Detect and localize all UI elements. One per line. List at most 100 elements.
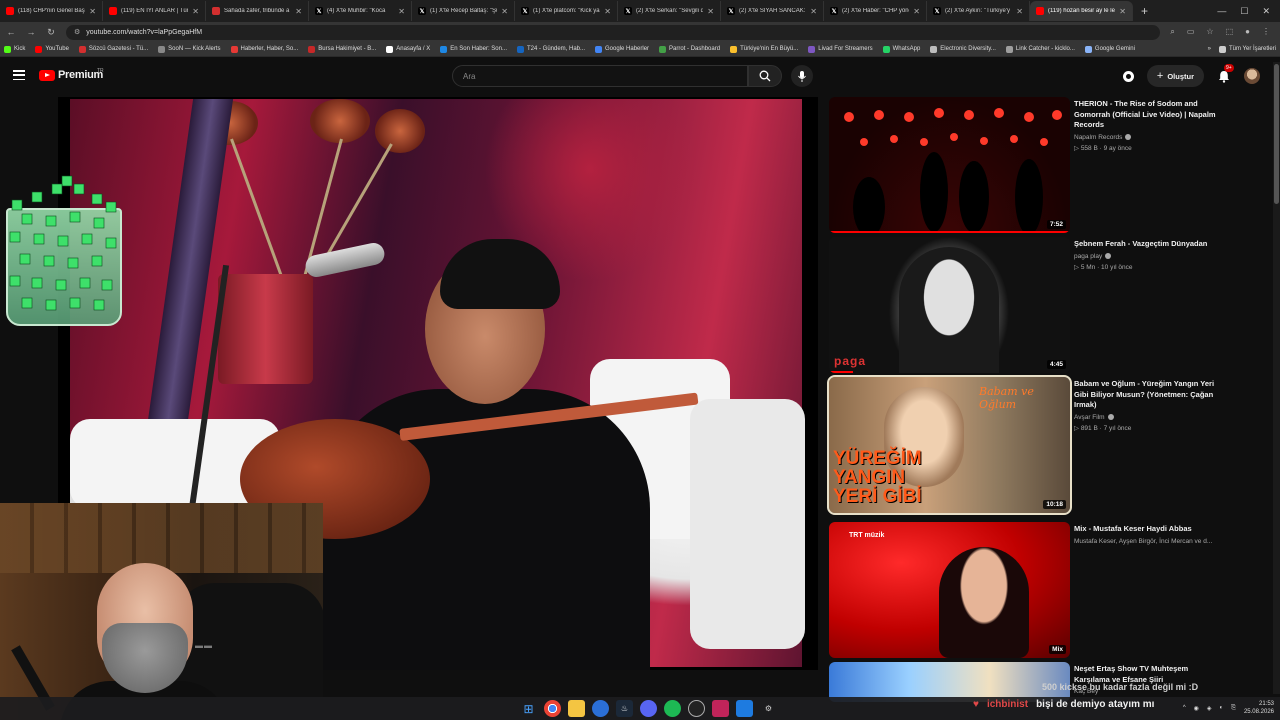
browser-tab[interactable]: 𝕏 (2) X'te Serkan: "Sevgili d ✕ bbox=[618, 1, 721, 21]
bookmark-item[interactable]: Kick bbox=[4, 45, 25, 53]
reload-icon[interactable]: ↻ bbox=[46, 27, 56, 38]
streaming-app-icon[interactable] bbox=[712, 700, 729, 717]
bookmark-item[interactable]: SooN — Kick Alerts bbox=[158, 45, 221, 53]
bookmark-item[interactable]: Google Haberler bbox=[595, 45, 649, 53]
browser-tab[interactable]: 𝕏 (1) X'te Recep Baltaş: "Şu ✕ bbox=[412, 1, 515, 21]
browser-tab[interactable]: (118) CHP'nin Genel Başk ✕ bbox=[0, 1, 103, 21]
mic-tray-icon[interactable]: ◉ bbox=[1194, 705, 1199, 712]
recommendation-item[interactable]: TRT müzik Mix Mix - Mustafa Keser Haydi … bbox=[829, 522, 1249, 658]
browser-tab[interactable]: 𝕏 (2) X'te Aykırı: "Türkiye'y ✕ bbox=[927, 1, 1030, 21]
browser-tab[interactable]: (119) EN İYİ ANLAR | Türk ✕ bbox=[103, 1, 206, 21]
app-icon[interactable] bbox=[592, 700, 609, 717]
bookmark-item[interactable]: Sözcü Gazetesi - Tü... bbox=[78, 45, 148, 53]
extensions-icon[interactable]: ⬚ bbox=[1226, 27, 1234, 37]
recommendation-item[interactable]: 7:52 THERION - The Rise of Sodom and Gom… bbox=[829, 97, 1249, 233]
profile-icon[interactable]: ● bbox=[1245, 27, 1250, 37]
more-bookmarks-icon[interactable]: » bbox=[1208, 46, 1211, 52]
video-title[interactable]: Babam ve Oğlum - Yüreğim Yangın Yeri Gib… bbox=[1074, 379, 1224, 411]
browser-tab[interactable]: 𝕏 (1) X'te platcom: "Kick ya ✕ bbox=[515, 1, 618, 21]
account-avatar[interactable] bbox=[1244, 68, 1260, 84]
close-tab-icon[interactable]: ✕ bbox=[707, 7, 714, 16]
bookmark-item[interactable]: Link Catcher - kicklo... bbox=[1005, 45, 1075, 53]
youtube-logo[interactable]: Premium bbox=[39, 69, 103, 81]
create-button[interactable]: + Oluştur bbox=[1146, 65, 1204, 87]
video-thumbnail[interactable] bbox=[829, 662, 1070, 702]
bookmark-item[interactable]: Türkiye'nin En Büyü... bbox=[730, 45, 798, 53]
bookmark-item[interactable]: T24 - Gündem, Hab... bbox=[516, 45, 585, 53]
all-bookmarks[interactable]: Tüm Yer İşaretleri bbox=[1218, 45, 1276, 53]
close-tab-icon[interactable]: ✕ bbox=[913, 7, 920, 16]
search-button[interactable] bbox=[748, 65, 782, 87]
video-thumbnail[interactable]: Babam ve Oğlum YÜREĞİM YANGIN YERİ GİBİ … bbox=[827, 375, 1072, 515]
browser-menu-icon[interactable]: ⋮ bbox=[1262, 27, 1270, 37]
recommendation-item[interactable]: paga 4:45 Şebnem Ferah - Vazgeçtim Dünya… bbox=[829, 237, 1249, 373]
bookmark-item[interactable]: Livad For Streamers bbox=[808, 45, 873, 53]
site-info-icon[interactable]: ⚙ bbox=[74, 28, 80, 36]
file-explorer-icon[interactable] bbox=[568, 700, 585, 717]
kick-extension-icon[interactable] bbox=[1122, 70, 1135, 83]
close-tab-icon[interactable]: ✕ bbox=[1016, 7, 1023, 16]
hamburger-menu-icon[interactable] bbox=[13, 70, 25, 80]
browser-tab[interactable]: Sahada zafer, tribünde a ✕ bbox=[206, 1, 309, 21]
bookmark-item[interactable]: Parrot - Dashboard bbox=[659, 45, 720, 53]
bookmark-item[interactable]: Anasayfa / X bbox=[386, 45, 430, 53]
settings-icon[interactable]: ⚙ bbox=[760, 700, 777, 717]
url-field[interactable]: ⚙ youtube.com/watch?v=laPpGegaHfM bbox=[66, 24, 1161, 40]
new-tab-button[interactable]: + bbox=[1133, 4, 1156, 18]
close-tab-icon[interactable]: ✕ bbox=[89, 7, 96, 16]
minimize-icon[interactable]: — bbox=[1217, 6, 1226, 17]
video-title[interactable]: THERION - The Rise of Sodom and Gomorrah… bbox=[1074, 99, 1224, 131]
clock[interactable]: 21:53 25.08.2026 bbox=[1244, 700, 1274, 716]
tab-title: (2) X'te Aykırı: "Türkiye'y bbox=[945, 8, 1010, 14]
bookmark-item[interactable]: Bursa Hakimiyet - B... bbox=[308, 45, 376, 53]
video-title[interactable]: Şebnem Ferah - Vazgeçtim Dünyadan bbox=[1074, 239, 1224, 250]
maximize-icon[interactable]: ☐ bbox=[1240, 6, 1248, 17]
close-tab-icon[interactable]: ✕ bbox=[398, 7, 405, 16]
search-input[interactable]: Ara bbox=[452, 65, 748, 87]
browser-tab[interactable]: 𝕏 (2) X'te Haber: "CHP yöne ✕ bbox=[824, 1, 927, 21]
video-title[interactable]: Mix - Mustafa Keser Haydi Abbas bbox=[1074, 524, 1224, 535]
close-tab-icon[interactable]: ✕ bbox=[604, 7, 611, 16]
steam-icon[interactable]: ♨ bbox=[616, 700, 633, 717]
bookmark-item[interactable]: Electronic Diversity... bbox=[930, 45, 996, 53]
obs-icon[interactable] bbox=[688, 700, 705, 717]
page-scrollbar-thumb[interactable] bbox=[1274, 64, 1279, 204]
app-icon[interactable] bbox=[736, 700, 753, 717]
video-thumbnail[interactable]: paga 4:45 bbox=[829, 237, 1070, 373]
star-icon[interactable]: ☆ bbox=[1206, 27, 1213, 37]
recommendation-item[interactable]: Babam ve Oğlum YÜREĞİM YANGIN YERİ GİBİ … bbox=[827, 375, 1249, 515]
browser-tab[interactable]: (119) hozan besir ay le le ✕ bbox=[1030, 1, 1133, 21]
volume-icon[interactable]: ◐ bbox=[1220, 705, 1224, 711]
chrome-icon[interactable] bbox=[544, 700, 561, 717]
discord-icon[interactable] bbox=[640, 700, 657, 717]
close-tab-icon[interactable]: ✕ bbox=[295, 7, 302, 16]
voice-search-button[interactable] bbox=[791, 65, 813, 87]
bookmark-item[interactable]: En Son Haber: Son... bbox=[440, 45, 507, 53]
language-icon[interactable]: ⎘ bbox=[1231, 705, 1236, 712]
cast-icon[interactable]: ▭ bbox=[1187, 27, 1195, 37]
windows-start-icon[interactable]: ⊞ bbox=[520, 700, 537, 717]
close-tab-icon[interactable]: ✕ bbox=[1119, 7, 1126, 16]
zoom-icon[interactable]: ⌕ bbox=[1170, 27, 1174, 37]
bookmark-item[interactable]: Haberler, Haber, So... bbox=[230, 45, 298, 53]
close-tab-icon[interactable]: ✕ bbox=[501, 7, 508, 16]
back-icon[interactable]: ← bbox=[6, 27, 16, 37]
url-text: youtube.com/watch?v=laPpGegaHfM bbox=[86, 28, 203, 36]
browser-tab[interactable]: 𝕏 (2) X'te SİYAH SANCAK: "İ ✕ bbox=[721, 1, 824, 21]
close-tab-icon[interactable]: ✕ bbox=[192, 7, 199, 16]
close-window-icon[interactable]: ✕ bbox=[1262, 6, 1270, 17]
bookmark-item[interactable]: Google Gemini bbox=[1084, 45, 1135, 53]
browser-tab[interactable]: 𝕏 (4) X'te Muhbir: "Koca ✕ bbox=[309, 1, 412, 21]
network-icon[interactable]: ◈ bbox=[1207, 705, 1212, 712]
close-tab-icon[interactable]: ✕ bbox=[810, 7, 817, 16]
bookmark-favicon-icon bbox=[4, 45, 11, 53]
video-thumbnail[interactable]: TRT müzik Mix bbox=[829, 522, 1070, 658]
notifications-button[interactable]: 9+ bbox=[1216, 64, 1234, 84]
tray-overflow-icon[interactable]: ^ bbox=[1183, 705, 1186, 711]
video-thumbnail[interactable]: 7:52 bbox=[829, 97, 1070, 233]
microphone bbox=[303, 240, 387, 280]
forward-icon[interactable]: → bbox=[26, 27, 36, 37]
spotify-icon[interactable] bbox=[664, 700, 681, 717]
bookmark-item[interactable]: YouTube bbox=[35, 45, 69, 53]
bookmark-item[interactable]: WhatsApp bbox=[882, 45, 920, 53]
